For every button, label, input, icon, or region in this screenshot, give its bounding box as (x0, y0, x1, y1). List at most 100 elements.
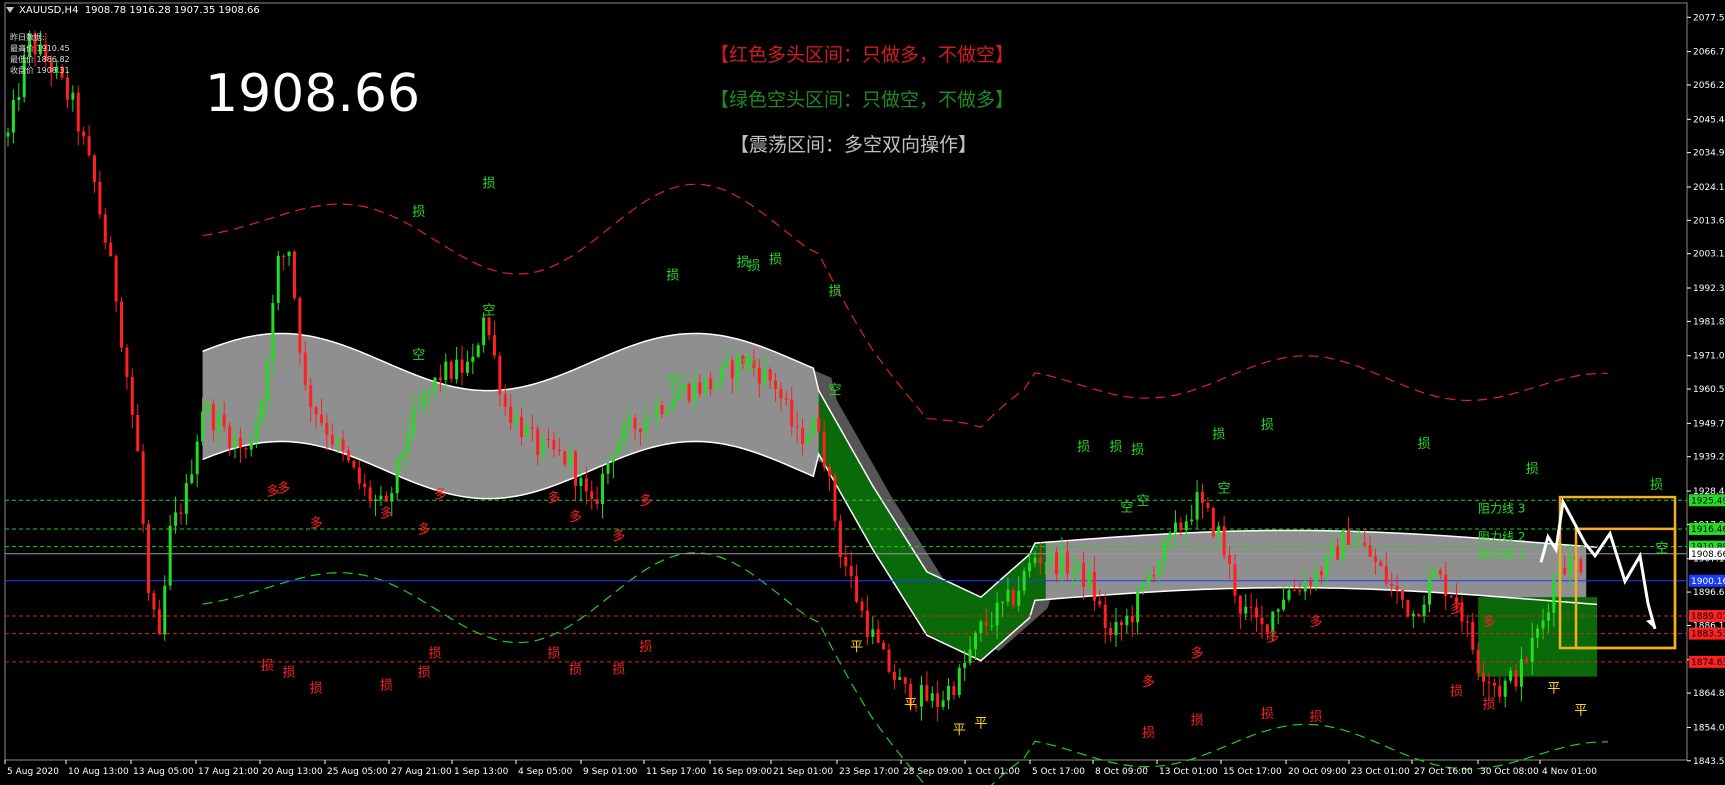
candle-body (184, 483, 188, 514)
candle-body (82, 131, 86, 137)
candle-body (1017, 590, 1021, 606)
candle-body (1563, 567, 1567, 574)
candle-body (601, 473, 605, 505)
candle-body (498, 355, 502, 395)
candle-body (671, 400, 675, 410)
signal-mark: 损 (1110, 440, 1123, 455)
candle-body (811, 417, 815, 436)
candle-body (952, 685, 956, 695)
signal-mark: 空 (483, 303, 496, 318)
x-tick-label: 8 Oct 09:00 (1095, 767, 1148, 777)
candle-body (568, 451, 572, 465)
candle-body (228, 426, 232, 448)
candle-body (1109, 628, 1113, 636)
candle-body (1055, 552, 1059, 575)
candle-body (887, 649, 891, 672)
signal-mark: 损 (283, 666, 296, 681)
candle-body (455, 359, 459, 380)
candle-body (114, 256, 118, 302)
candle-body (644, 418, 648, 433)
candle-body (1552, 579, 1556, 613)
candle-body (1536, 628, 1540, 638)
candle-body (244, 448, 248, 450)
signal-mark: 多 (380, 506, 393, 522)
price-box-label: 1900.16 (1691, 577, 1725, 587)
candle-body (1022, 571, 1026, 591)
candle-body (1157, 560, 1161, 576)
candle-body (1033, 557, 1037, 563)
candle-body (503, 394, 507, 407)
x-tick-label: 25 Aug 05:00 (327, 767, 388, 777)
candle-body (763, 369, 767, 384)
x-tick-label: 17 Aug 21:00 (198, 767, 259, 777)
candle-body (1363, 542, 1367, 546)
signal-mark: 损 (547, 647, 560, 662)
candle-body (1503, 680, 1507, 697)
prev-day-close: 收盘价 1908.31 (10, 66, 70, 75)
candle-body (1325, 555, 1329, 576)
candle-body (6, 132, 10, 137)
candle-body (963, 662, 967, 668)
candle-body (514, 416, 518, 424)
candle-body (136, 414, 140, 452)
symbol-title: XAUUSD,H4 (19, 5, 79, 16)
candle-body (1411, 613, 1415, 617)
candle-body (946, 685, 950, 701)
candle-body (822, 431, 826, 467)
candle-body (574, 451, 578, 486)
candle-body (590, 491, 594, 500)
candle-body (336, 439, 340, 445)
signal-mark: 损 (1526, 462, 1539, 477)
candle-body (152, 593, 156, 610)
candle-body (1406, 599, 1410, 617)
candle-body (325, 422, 329, 436)
candle-body (925, 685, 929, 701)
signal-mark: 多 (277, 480, 290, 496)
candle-body (530, 427, 534, 429)
prev-day-high: 最高价 1910.45 (10, 44, 70, 53)
candle-body (487, 317, 491, 336)
candle-body (1514, 670, 1518, 687)
candle-body (1390, 583, 1394, 586)
candle-body (492, 335, 496, 356)
candle-body (1190, 519, 1194, 522)
candle-body (217, 414, 221, 431)
x-tick-label: 5 Oct 17:00 (1032, 767, 1085, 777)
signal-mark: 损 (428, 647, 441, 662)
candle-body (655, 405, 659, 418)
candle-body (1379, 561, 1383, 566)
candle-body (698, 382, 702, 394)
candle-body (157, 609, 161, 635)
candle-body (130, 376, 134, 415)
candle-body (1201, 492, 1205, 503)
signal-mark: 损 (1418, 437, 1431, 452)
candle-body (1444, 574, 1448, 596)
candle-body (892, 671, 896, 680)
candle-body (833, 475, 837, 521)
y-tick-label: 2077.50 (1693, 13, 1725, 23)
signal-mark: 多 (1310, 614, 1323, 630)
signal-mark: 平 (1574, 704, 1587, 719)
candle-body (384, 495, 388, 502)
bull-zone-notice: 【红色多头区间：只做多，不做空】 (710, 44, 1015, 66)
candle-body (1341, 530, 1345, 560)
candle-body (1319, 570, 1323, 576)
candle-body (1449, 595, 1453, 598)
x-tick-label: 23 Oct 01:00 (1351, 767, 1410, 777)
x-tick-label: 4 Nov 01:00 (1542, 767, 1597, 777)
candle-body (1357, 542, 1361, 544)
candle-body (1173, 522, 1177, 533)
chevron-down-icon[interactable] (6, 7, 14, 13)
candle-body (11, 100, 15, 133)
signal-mark: 损 (1450, 685, 1463, 700)
candle-body (1103, 604, 1107, 629)
candle-body (195, 441, 199, 475)
candle-body (298, 298, 302, 353)
candle-body (838, 520, 842, 557)
candle-body (260, 400, 264, 421)
candle-body (1352, 543, 1356, 545)
signal-mark: 损 (1310, 710, 1323, 725)
signal-mark: 损 (612, 662, 625, 677)
x-axis: 5 Aug 2020 10 Aug 13:00 13 Aug 05:00 17 Aug… (4, 760, 1597, 777)
candle-body (1417, 613, 1421, 617)
